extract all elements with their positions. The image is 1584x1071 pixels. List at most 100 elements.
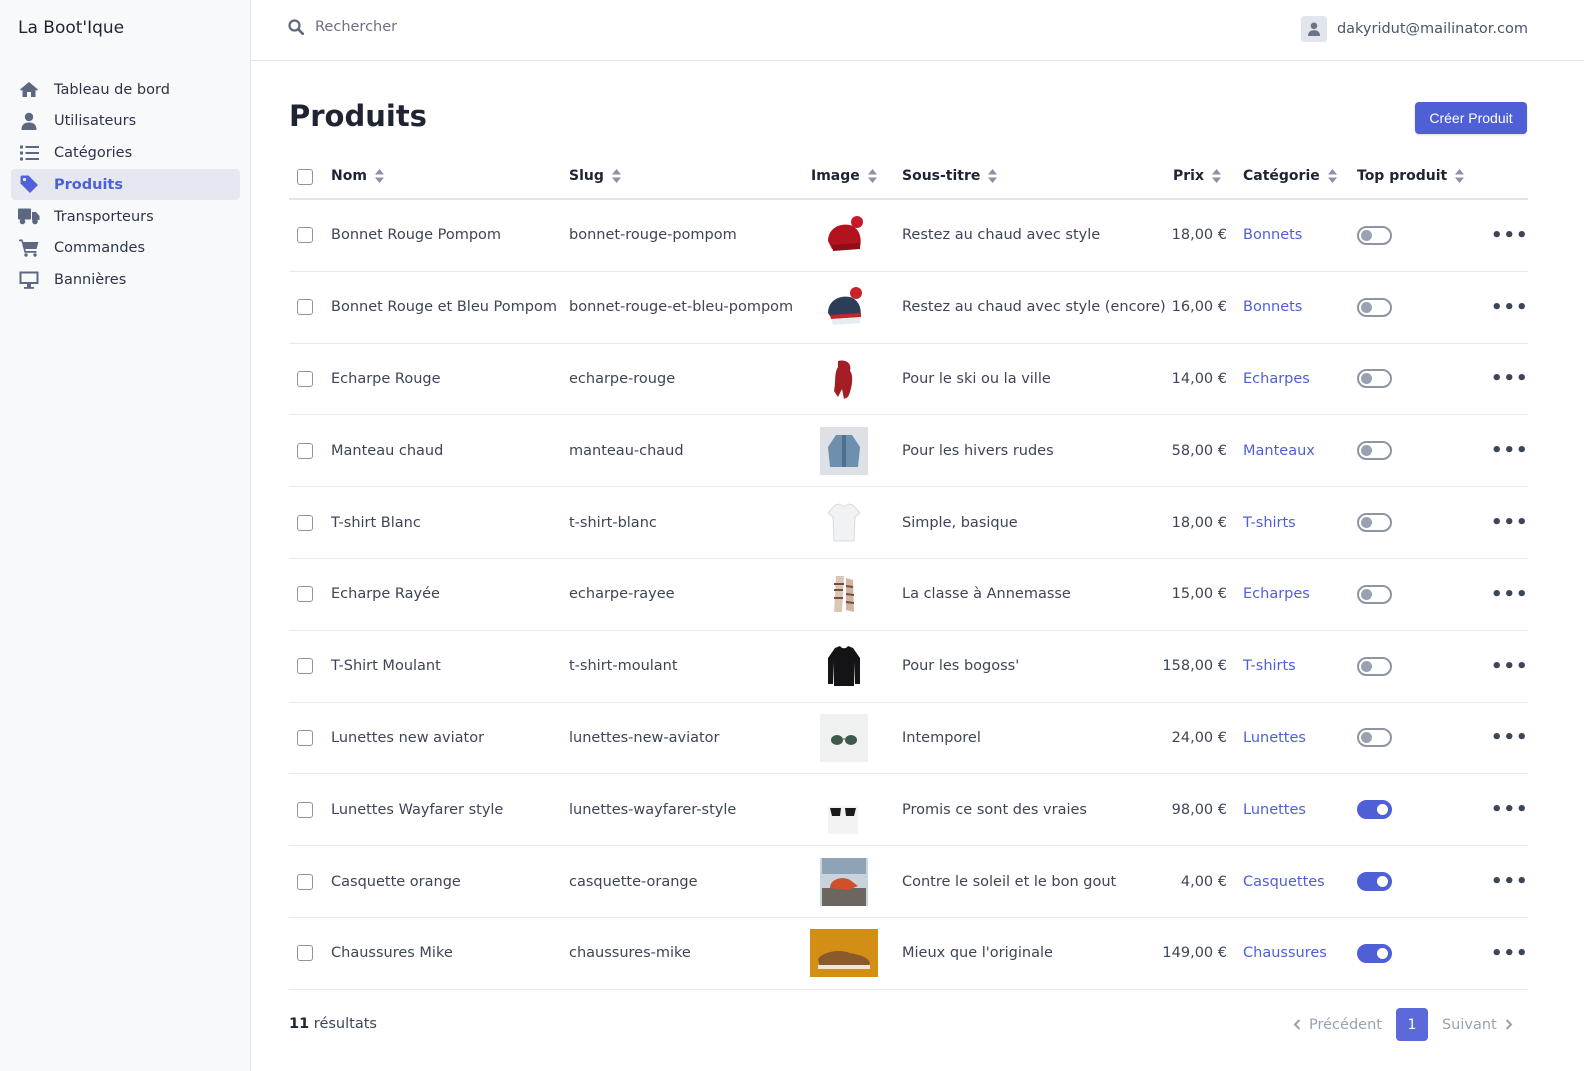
- product-price: 18,00 €: [1171, 227, 1227, 244]
- sidebar-item-label: Utilisateurs: [54, 113, 137, 130]
- product-category-link[interactable]: Casquettes: [1243, 846, 1325, 917]
- sidebar-item-users[interactable]: Utilisateurs: [11, 106, 240, 137]
- sidebar-item-dashboard[interactable]: Tableau de bord: [11, 74, 240, 105]
- top-product-toggle[interactable]: [1357, 846, 1392, 917]
- select-all-checkbox[interactable]: [297, 169, 313, 185]
- more-actions-icon[interactable]: •••: [1491, 631, 1529, 702]
- top-product-toggle[interactable]: [1357, 272, 1392, 343]
- sort-icon: [988, 169, 998, 183]
- top-product-toggle[interactable]: [1357, 631, 1392, 702]
- product-slug: lunettes-wayfarer-style: [569, 801, 737, 818]
- table-row[interactable]: Lunettes Wayfarer style lunettes-wayfare…: [289, 774, 1529, 847]
- previous-page-button[interactable]: Précédent: [1293, 1017, 1382, 1033]
- table-row[interactable]: Chaussures Mike chaussures-mike Mieux qu…: [289, 918, 1528, 990]
- sidebar-item-carriers[interactable]: Transporteurs: [11, 201, 240, 232]
- product-category-link[interactable]: Bonnets: [1243, 272, 1302, 343]
- table-row[interactable]: Bonnet Rouge Pompom bonnet-rouge-pompom …: [289, 200, 1528, 272]
- header-top[interactable]: Top produit: [1357, 168, 1465, 184]
- row-checkbox[interactable]: [297, 846, 313, 917]
- sidebar-item-label: Tableau de bord: [54, 81, 170, 98]
- header-label: Sous-titre: [902, 168, 981, 184]
- table-row[interactable]: Casquette orange casquette-orange Contre…: [289, 846, 1528, 918]
- user-menu[interactable]: dakyridut@mailinator.com: [1300, 16, 1528, 42]
- more-actions-icon[interactable]: •••: [1491, 487, 1529, 558]
- desktop-icon: [18, 270, 40, 290]
- more-actions-icon[interactable]: •••: [1491, 415, 1529, 486]
- more-actions-icon[interactable]: •••: [1491, 200, 1529, 271]
- product-category-link[interactable]: Chaussures: [1243, 918, 1327, 989]
- more-actions-icon[interactable]: •••: [1491, 344, 1529, 415]
- header-label: Prix: [1173, 168, 1204, 184]
- sidebar-item-categories[interactable]: Catégories: [11, 138, 240, 169]
- table-row[interactable]: T-Shirt Moulant t-shirt-moulant Pour les…: [289, 631, 1528, 703]
- row-checkbox[interactable]: [297, 559, 313, 630]
- product-image: [820, 487, 868, 558]
- top-product-toggle[interactable]: [1357, 487, 1392, 558]
- row-checkbox[interactable]: [297, 631, 313, 702]
- table-row[interactable]: Manteau chaud manteau-chaud Pour les hiv…: [289, 415, 1529, 488]
- create-product-button[interactable]: Créer Produit: [1415, 102, 1527, 134]
- more-actions-icon[interactable]: •••: [1491, 918, 1529, 989]
- table-row[interactable]: Lunettes new aviator lunettes-new-aviato…: [289, 703, 1528, 775]
- product-name: Lunettes new aviator: [331, 729, 485, 746]
- row-checkbox[interactable]: [297, 200, 313, 271]
- product-category-link[interactable]: Lunettes: [1243, 774, 1306, 845]
- sidebar-item-banners[interactable]: Bannières: [11, 265, 240, 296]
- top-product-toggle[interactable]: [1357, 559, 1392, 630]
- top-product-toggle[interactable]: [1357, 415, 1392, 486]
- sidebar-item-products[interactable]: Produits: [11, 169, 240, 201]
- product-category-link[interactable]: Lunettes: [1243, 703, 1306, 774]
- product-category-link[interactable]: T-shirts: [1243, 631, 1296, 702]
- sort-icon: [611, 169, 621, 183]
- header-slug[interactable]: Slug: [569, 168, 621, 184]
- next-page-button[interactable]: Suivant: [1442, 1017, 1513, 1033]
- product-category-link[interactable]: T-shirts: [1243, 487, 1296, 558]
- more-actions-icon[interactable]: •••: [1491, 272, 1529, 343]
- table-row[interactable]: Echarpe Rouge echarpe-rouge Pour le ski …: [289, 344, 1528, 416]
- header-name[interactable]: Nom: [331, 168, 384, 184]
- header-subtitle[interactable]: Sous-titre: [902, 168, 998, 184]
- product-slug: echarpe-rayee: [569, 586, 675, 603]
- row-checkbox[interactable]: [297, 774, 313, 845]
- sidebar-item-label: Catégories: [54, 145, 133, 162]
- sidebar-item-label: Bannières: [54, 272, 127, 289]
- product-category-link[interactable]: Manteaux: [1243, 415, 1315, 486]
- more-actions-icon[interactable]: •••: [1491, 774, 1529, 845]
- product-price: 149,00 €: [1162, 945, 1227, 962]
- row-checkbox[interactable]: [297, 487, 313, 558]
- cart-icon: [18, 238, 40, 258]
- chevron-right-icon: [1505, 1019, 1513, 1030]
- top-product-toggle[interactable]: [1357, 200, 1392, 271]
- header-category[interactable]: Catégorie: [1243, 168, 1337, 184]
- product-category-link[interactable]: Echarpes: [1243, 559, 1310, 630]
- table-row[interactable]: T-shirt Blanc t-shirt-blanc Simple, basi…: [289, 487, 1528, 559]
- product-name: Chaussures Mike: [331, 945, 453, 962]
- top-product-toggle[interactable]: [1357, 918, 1392, 989]
- product-slug: manteau-chaud: [569, 442, 684, 459]
- page-1-button[interactable]: 1: [1395, 1008, 1428, 1041]
- product-subtitle: Intemporel: [902, 729, 981, 746]
- top-product-toggle[interactable]: [1357, 344, 1392, 415]
- more-actions-icon[interactable]: •••: [1491, 846, 1529, 917]
- search-input[interactable]: Rechercher: [288, 19, 397, 35]
- more-actions-icon[interactable]: •••: [1491, 703, 1529, 774]
- header-image[interactable]: Image: [811, 168, 877, 184]
- app-title[interactable]: La Boot'Ique: [18, 18, 124, 38]
- top-product-toggle[interactable]: [1357, 774, 1392, 845]
- row-checkbox[interactable]: [297, 918, 313, 989]
- header-label: Nom: [331, 168, 367, 184]
- header-label: Image: [811, 168, 860, 184]
- table-row[interactable]: Echarpe Rayée echarpe-rayee La classe à …: [289, 559, 1528, 631]
- row-checkbox[interactable]: [297, 344, 313, 415]
- sidebar-item-orders[interactable]: Commandes: [11, 233, 240, 264]
- table-row[interactable]: Bonnet Rouge et Bleu Pompom bonnet-rouge…: [289, 272, 1528, 344]
- header-price[interactable]: Prix: [1173, 168, 1221, 184]
- more-actions-icon[interactable]: •••: [1491, 559, 1529, 630]
- row-checkbox[interactable]: [297, 272, 313, 343]
- product-category-link[interactable]: Echarpes: [1243, 344, 1310, 415]
- product-category-link[interactable]: Bonnets: [1243, 200, 1302, 271]
- row-checkbox[interactable]: [297, 415, 313, 486]
- product-slug: chaussures-mike: [569, 945, 691, 962]
- top-product-toggle[interactable]: [1357, 703, 1392, 774]
- row-checkbox[interactable]: [297, 703, 313, 774]
